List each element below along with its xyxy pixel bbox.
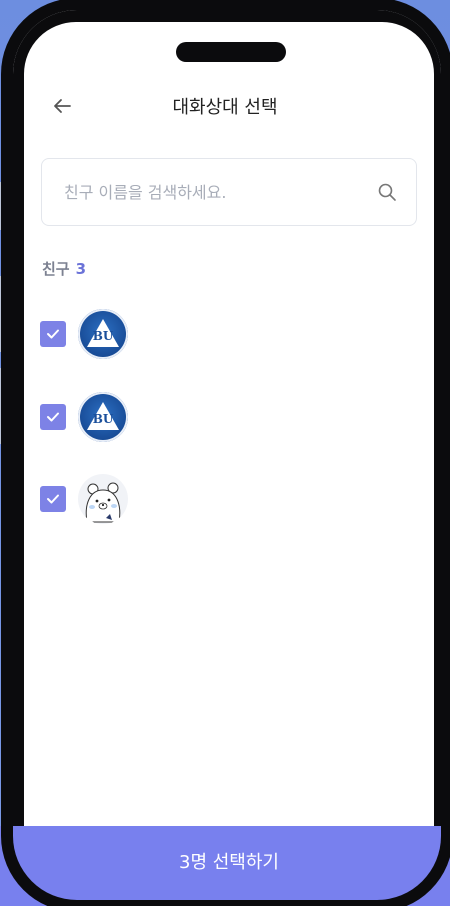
check-icon (47, 329, 59, 339)
friends-label-text: 친구 (42, 260, 70, 278)
back-button[interactable] (48, 94, 76, 122)
friends-count: 3 (75, 260, 87, 278)
friend-checkbox[interactable] (40, 321, 66, 347)
friend-row[interactable] (40, 473, 340, 525)
avatar (78, 474, 128, 524)
dynamic-island (176, 42, 286, 62)
friend-row[interactable]: BU (40, 308, 340, 360)
confirm-selection-button[interactable]: 3명 선택하기 (24, 826, 434, 896)
friends-section-label: 친구 3 (42, 258, 86, 279)
check-icon (47, 412, 59, 422)
bear-sticker-icon (85, 482, 121, 523)
bu-logo-text: BU (92, 412, 114, 426)
phone-bezel-edge (13, 10, 441, 900)
search-icon[interactable] (376, 181, 398, 203)
friend-checkbox[interactable] (40, 404, 66, 430)
friend-row[interactable]: BU (40, 391, 340, 443)
search-input[interactable] (62, 181, 376, 203)
bu-logo-text: BU (92, 329, 114, 343)
avatar: BU (78, 309, 128, 359)
check-icon (47, 494, 59, 504)
arrow-left-icon (50, 94, 74, 122)
search-box[interactable] (41, 158, 417, 226)
page-title: 대화상대 선택 (172, 97, 278, 118)
avatar: BU (78, 392, 128, 442)
friend-checkbox[interactable] (40, 486, 66, 512)
